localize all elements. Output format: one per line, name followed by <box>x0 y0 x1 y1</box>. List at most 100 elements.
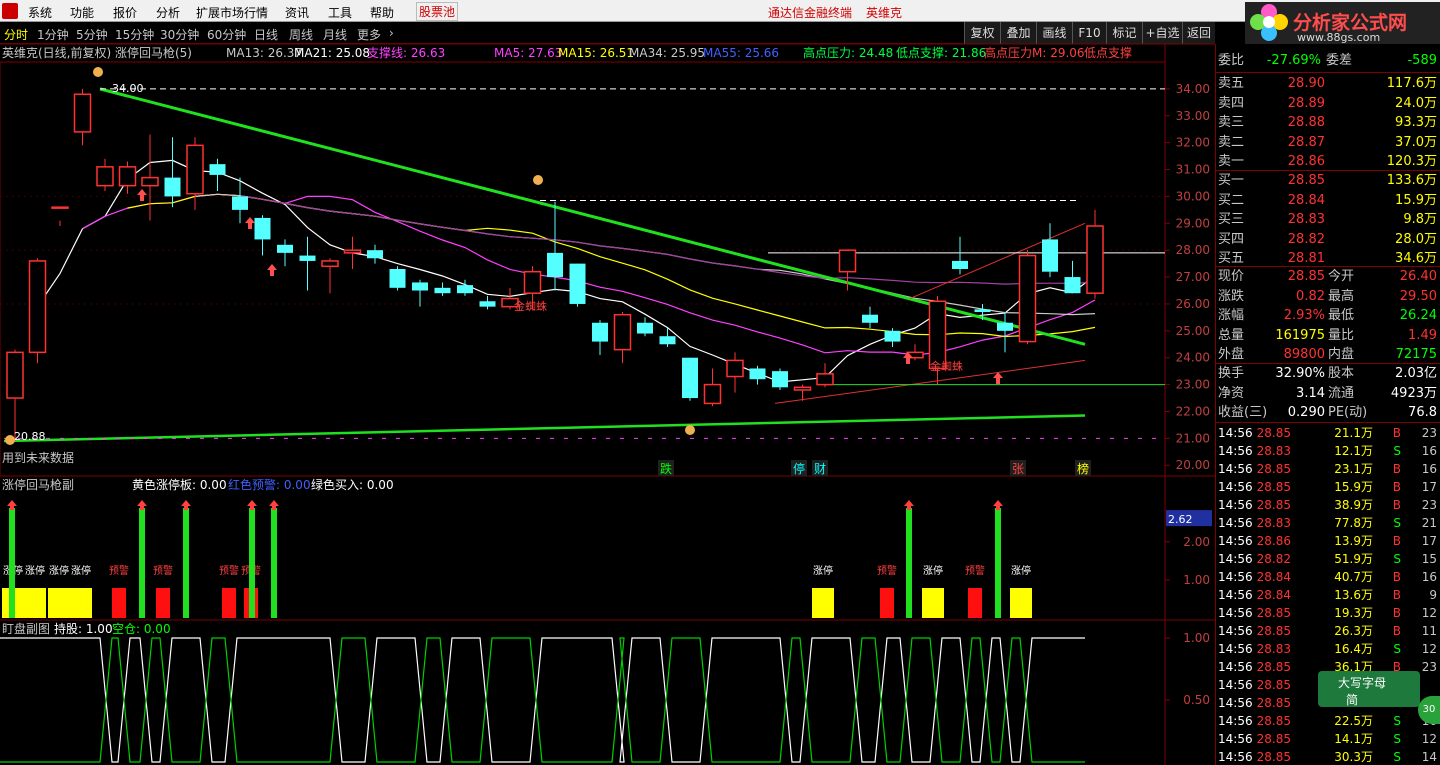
tick-time: 14:56 <box>1218 750 1253 764</box>
bid-label: 买一 <box>1218 173 1245 188</box>
sub1-current-value: 2.62 <box>1168 513 1193 526</box>
bid-row: 买二 28.84 15.9万 <box>1216 191 1440 211</box>
main-legend: 英维克(日线,前复权) 涨停回马枪(5) MA13: 26.37 MA21: 2… <box>0 44 1215 62</box>
candle-body-up <box>96 166 114 187</box>
tick-volume: 77.8万 <box>1334 516 1373 530</box>
brand-watermark: 分析家公式网 www.88gs.com <box>1245 2 1440 44</box>
hand-icon <box>5 435 15 445</box>
yellow-limit-bar <box>24 588 46 618</box>
tick-price: 28.85 <box>1256 714 1291 728</box>
up-arrow-icon <box>267 264 277 276</box>
ask-volume: 93.3万 <box>1395 115 1437 130</box>
tick-volume: 23.1万 <box>1334 462 1373 476</box>
tick-row: 14:56 28.82 51.9万 S 15 <box>1216 550 1440 568</box>
bid-volume: 9.8万 <box>1403 212 1437 227</box>
bid-volume: 15.9万 <box>1395 192 1437 208</box>
ask-label: 卖四 <box>1218 95 1245 111</box>
tick-row: 14:56 28.85 38.9万 B 23 <box>1216 496 1440 514</box>
candle-body-up <box>816 373 834 386</box>
tick-price: 28.85 <box>1256 462 1291 476</box>
red-warn-bar <box>156 588 170 618</box>
tick-count: 16 <box>1421 444 1437 458</box>
ask-price: 28.88 <box>1287 115 1325 130</box>
sub1-green-buy: 绿色买入: 0.00 <box>311 478 394 492</box>
warn-label: 预警 <box>153 564 173 577</box>
price-axis-label: 29.00 <box>1176 216 1210 230</box>
candle-body-up <box>6 351 24 399</box>
sub1-title: 涨停回马枪副 <box>2 478 75 492</box>
candle-body-up <box>343 249 362 254</box>
tick-volume: 12.1万 <box>1334 444 1373 458</box>
divider <box>1216 72 1440 73</box>
legend-ma34: MA34: 25.95 <box>629 46 706 60</box>
weibi-label: 委比 <box>1218 53 1245 68</box>
tick-row: 14:56 28.84 40.7万 B 16 <box>1216 568 1440 586</box>
stat-value: 29.50 <box>1399 288 1437 304</box>
candle-body-up <box>793 386 812 391</box>
stat-row: 涨跌 0.82 最高 29.50 <box>1216 287 1440 307</box>
tick-price: 28.83 <box>1256 642 1291 656</box>
stat-value: 0.82 <box>1296 288 1325 304</box>
ime-lang-label[interactable]: 简 <box>1346 691 1358 708</box>
tick-price: 28.84 <box>1256 588 1291 602</box>
legend-ma13: MA13: 26.37 <box>226 46 303 60</box>
tick-side: S <box>1393 444 1401 458</box>
tick-row: 14:56 28.86 13.9万 B 17 <box>1216 532 1440 550</box>
candle-body-down <box>952 260 968 269</box>
kline-chart-area[interactable]: 34.0020.88用到未来数据金蜘蛛金蜘蛛跌停财张榜 涨停 涨停 涨停 涨停 涨停 涨停… <box>0 0 1215 765</box>
stat-value: 161975 <box>1275 327 1325 343</box>
legend-ma5: MA5: 27.63 <box>494 46 563 60</box>
tick-volume: 40.7万 <box>1334 570 1373 584</box>
candle-body-up <box>118 166 137 187</box>
tick-volume: 21.1万 <box>1334 426 1373 440</box>
tick-count: 11 <box>1421 624 1437 638</box>
price-axis-label: 23.00 <box>1176 378 1210 392</box>
tick-volume: 51.9万 <box>1334 552 1373 566</box>
tick-time: 14:56 <box>1218 426 1253 440</box>
sub2-title: 盯盘副图 <box>2 622 51 636</box>
candle-body-down <box>592 322 608 342</box>
tick-time: 14:56 <box>1218 624 1253 638</box>
hand-icon <box>533 175 543 185</box>
price-axis-label: 24.00 <box>1176 351 1210 365</box>
stat-label: 今开 <box>1328 269 1355 284</box>
tick-count: 14 <box>1421 750 1437 764</box>
legend-ma15: MA15: 26.51 <box>558 46 635 60</box>
candle-body-down <box>1064 277 1081 294</box>
buy-arrow-icon <box>993 500 1003 510</box>
future-data-note: 用到未来数据 <box>2 450 74 465</box>
ime-toolbar[interactable]: 大写字母 简 <box>1318 671 1420 707</box>
tick-row: 14:56 28.85 26.3万 B 11 <box>1216 622 1440 640</box>
tick-price: 28.83 <box>1256 516 1291 530</box>
tick-row: 14:56 28.83 77.8万 S 21 <box>1216 514 1440 532</box>
price-axis-label: 33.00 <box>1176 109 1210 123</box>
tick-price: 28.85 <box>1256 480 1291 494</box>
up-arrow-icon <box>137 189 147 201</box>
ime-mode-label[interactable]: 大写字母 <box>1338 674 1386 691</box>
stat-value: 2.93% <box>1283 308 1325 323</box>
empty-line <box>0 637 1085 763</box>
ask-row: 卖四 28.89 24.0万 <box>1216 94 1440 114</box>
green-buy-bar <box>183 508 189 618</box>
high-price-label: 34.00 <box>112 82 144 95</box>
finance-value: 76.8 <box>1408 405 1437 420</box>
floating-badge[interactable]: 30 <box>1418 696 1440 724</box>
tick-count: 16 <box>1421 570 1437 584</box>
tick-time: 14:56 <box>1218 696 1253 710</box>
yellow-limit-bar <box>812 588 834 618</box>
up-arrow-icon <box>993 372 1003 384</box>
stat-row: 外盘 89800 内盘 72175 <box>1216 345 1440 365</box>
candle-body-down <box>209 164 226 175</box>
red-pressure-line <box>909 222 1086 300</box>
green-buy-bar <box>906 508 912 618</box>
green-buy-bar <box>995 508 1001 618</box>
ask-volume: 117.6万 <box>1386 76 1437 91</box>
tick-side: B <box>1392 480 1401 494</box>
bid-volume: 28.0万 <box>1395 231 1437 247</box>
tick-volume: 16.4万 <box>1334 642 1373 656</box>
bid-price: 28.85 <box>1287 173 1325 188</box>
green-buy-bar <box>249 508 255 618</box>
tick-side: S <box>1393 732 1401 746</box>
candle-body-up <box>51 206 69 209</box>
candle-body-down <box>884 330 901 342</box>
